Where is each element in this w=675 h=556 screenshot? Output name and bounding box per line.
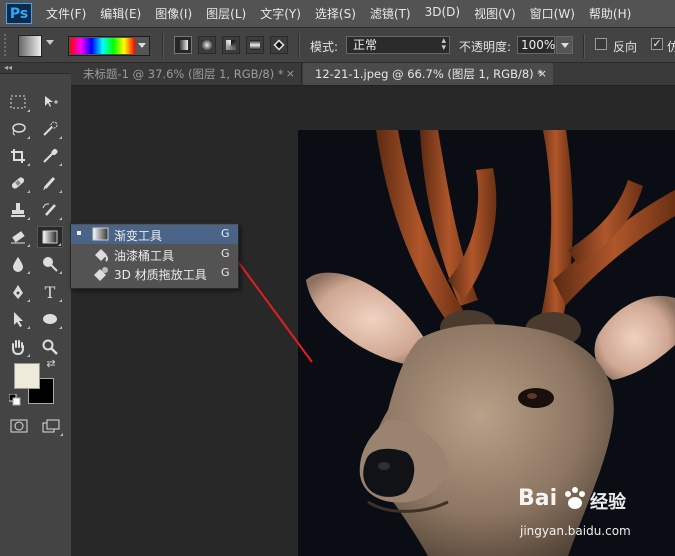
paw-icon [565,487,585,509]
watermark-url: jingyan.baidu.com [520,524,631,538]
flyout-item-shortcut: G [221,227,230,240]
watermark-brand: Bai [518,486,558,511]
selected-bullet-icon [77,231,81,235]
watermark-suffix: 经验 [590,492,626,513]
paint-bucket-icon [95,249,108,262]
flyout-item-gradient[interactable]: 渐变工具 G [71,225,238,244]
flyout-item-shortcut: G [221,266,230,279]
gradient-icon [92,227,109,241]
baidu-jingyan-watermark: Bai 经验 jingyan.baidu.com [518,484,668,546]
flyout-item-paint-bucket[interactable]: 油漆桶工具 G [71,245,238,264]
gradient-tool-flyout: 渐变工具 G 油漆桶工具 G 3D 材质拖放工具 G [70,223,239,289]
flyout-item-3d-material-drop[interactable]: 3D 材质拖放工具 G [71,264,238,283]
flyout-item-shortcut: G [221,247,230,260]
flyout-item-label: 3D 材质拖放工具 [114,268,207,282]
3d-material-drop-icon [94,267,108,281]
flyout-item-label: 油漆桶工具 [114,249,175,263]
flyout-item-label: 渐变工具 [114,229,163,243]
